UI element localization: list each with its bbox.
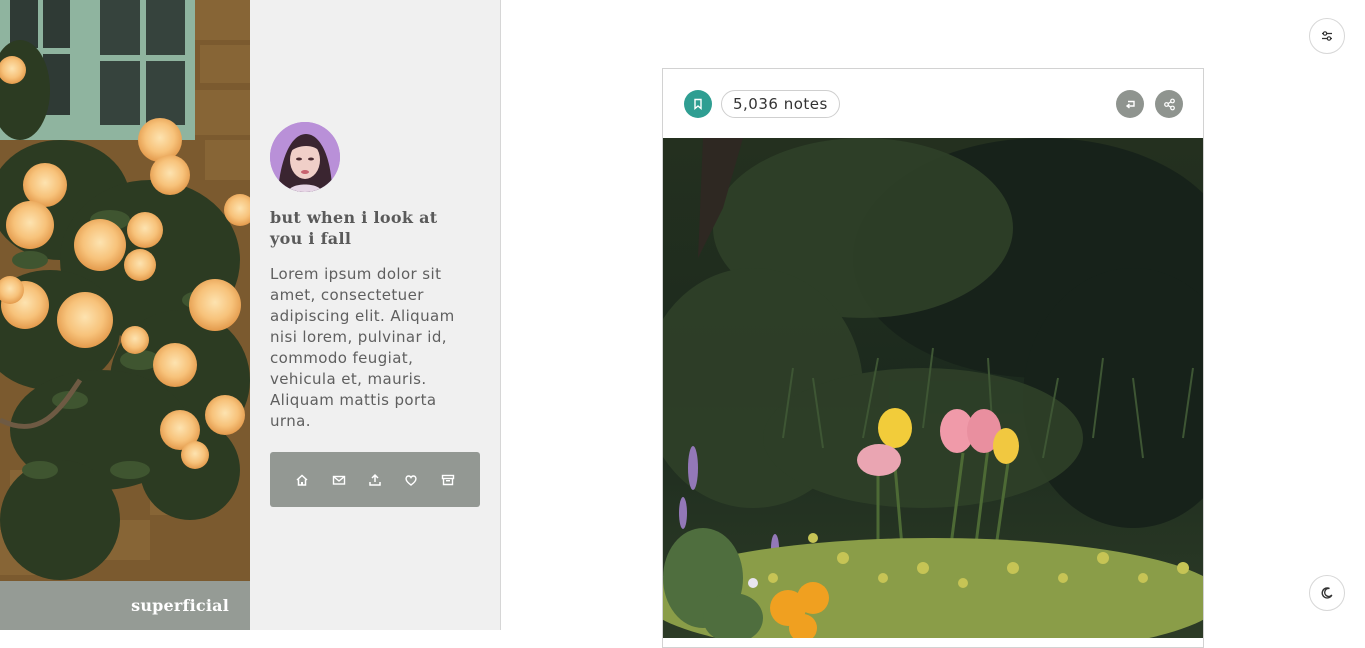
mail-icon [332, 475, 345, 485]
upload-icon [369, 473, 381, 486]
blog-name[interactable]: superficial [131, 596, 229, 615]
ask-link[interactable] [327, 468, 351, 492]
tulips-photo [663, 138, 1203, 638]
likes-link[interactable] [399, 468, 423, 492]
post-header: 5,036 notes [663, 69, 1203, 138]
post-photo[interactable] [663, 138, 1203, 638]
share-button[interactable] [1155, 90, 1183, 118]
blog-name-bar[interactable]: superficial [0, 581, 250, 630]
nav-links [270, 452, 480, 507]
reblog-icon [1125, 100, 1135, 109]
avatar[interactable] [270, 122, 340, 192]
blog-description: Lorem ipsum dolor sit amet, consectetuer… [270, 265, 455, 430]
theme-toggle-button[interactable] [1309, 575, 1345, 611]
moon-icon [1321, 587, 1333, 599]
archive-link[interactable] [436, 468, 460, 492]
sidebar: but when i look at you i fall Lorem ipsu… [250, 0, 501, 630]
share-icon [1163, 98, 1175, 110]
header-photo: superficial [0, 0, 250, 630]
notes-count[interactable]: 5,036 notes [721, 90, 840, 118]
blog-title: but when i look at you i fall [270, 208, 438, 248]
archive-icon [441, 474, 454, 485]
settings-button[interactable] [1309, 18, 1345, 54]
heart-icon [405, 474, 417, 486]
home-icon [296, 473, 308, 486]
permalink-button[interactable] [684, 90, 712, 118]
post: 5,036 notes [662, 68, 1204, 648]
roses-photo [0, 0, 250, 630]
sliders-icon [1322, 31, 1332, 41]
submit-link[interactable] [363, 468, 387, 492]
reblog-button[interactable] [1116, 90, 1144, 118]
bookmark-icon [694, 98, 702, 110]
home-link[interactable] [290, 468, 314, 492]
